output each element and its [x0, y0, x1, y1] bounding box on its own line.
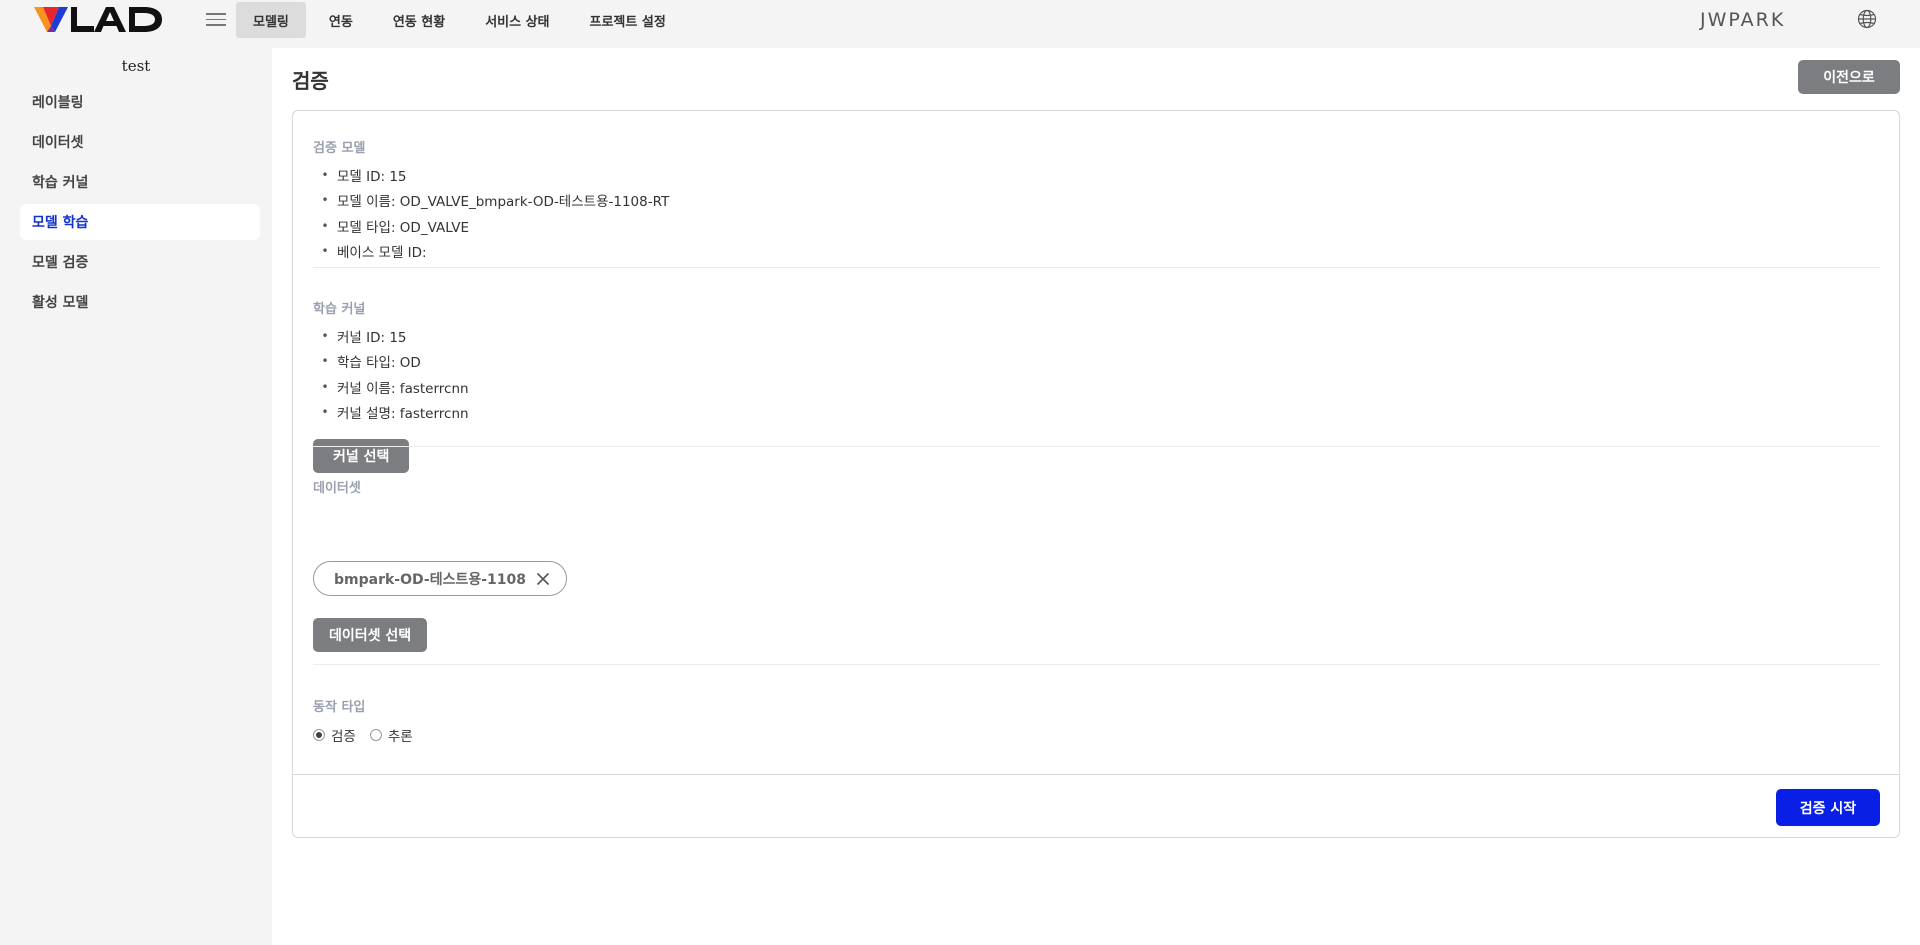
- list-item: • 커널 설명: fasterrcnn: [313, 400, 1880, 426]
- nav-item-modeling[interactable]: 모델링: [236, 2, 306, 38]
- section-title: 동작 타입: [313, 700, 366, 715]
- close-icon[interactable]: [536, 572, 550, 586]
- select-dataset-button[interactable]: 데이터셋 선택: [313, 618, 428, 652]
- start-validation-button[interactable]: 검증 시작: [1776, 789, 1880, 826]
- bullet-icon: •: [321, 167, 329, 182]
- list-item: • 모델 타입: OD_VALVE: [313, 213, 1880, 239]
- radio-label: 검증: [331, 729, 356, 745]
- page-title: 검증: [292, 69, 329, 93]
- divider: [313, 664, 1880, 665]
- divider: [313, 446, 1880, 447]
- radio-inference[interactable]: 추론: [369, 725, 413, 745]
- sidebar-item-model-training[interactable]: 모델 학습: [20, 204, 260, 240]
- sidebar: test 레이블링 데이터셋 학습 커널 모델 학습 모델 검증 활성 모델: [0, 40, 272, 945]
- base-model-id: 베이스 모델 ID:: [337, 245, 427, 262]
- list-item: • 학습 타입: OD: [313, 349, 1880, 375]
- section-title: 데이터셋: [313, 481, 361, 496]
- bullet-icon: •: [321, 379, 329, 394]
- list-item: • 커널 이름: fasterrcnn: [313, 374, 1880, 400]
- sidebar-item-model-validation[interactable]: 모델 검증: [20, 244, 260, 280]
- action-type-radio-group: 검증 추론: [313, 725, 1880, 745]
- project-name: test: [121, 57, 151, 75]
- top-nav: 모델링 연동 연동 현황 서비스 상태 프로젝트 설정: [236, 2, 683, 38]
- bullet-icon: •: [321, 244, 329, 259]
- dataset-chip-label: bmpark-OD-테스트용-1108: [334, 571, 526, 588]
- bullet-icon: •: [321, 218, 329, 233]
- nav-item-project-settings[interactable]: 프로젝트 설정: [573, 2, 683, 38]
- sidebar-item-active-model[interactable]: 활성 모델: [20, 284, 260, 320]
- sidebar-item-labeling[interactable]: 레이블링: [20, 84, 260, 120]
- validation-card: 검증 모델 • 모델 ID: 15 • 모델 이름: OD_VALVE_bmpark…: [292, 110, 1900, 838]
- bullet-icon: •: [321, 405, 329, 420]
- action-type-section: 동작 타입 검증 추론: [313, 696, 1880, 745]
- list-item: • 베이스 모델 ID:: [313, 239, 1880, 265]
- hamburger-icon[interactable]: [206, 10, 226, 30]
- vlad-logo-mark: [34, 7, 162, 32]
- kernel-name: 커널 이름: fasterrcnn: [337, 380, 469, 397]
- model-info-list: • 모델 ID: 15 • 모델 이름: OD_VALVE_bmpark-OD-테스…: [313, 162, 1880, 264]
- section-title: 검증 모델: [313, 141, 366, 156]
- globe-icon[interactable]: [1857, 9, 1877, 29]
- list-item: • 모델 ID: 15: [313, 162, 1880, 188]
- model-id: 모델 ID: 15: [337, 168, 407, 185]
- bullet-icon: •: [321, 354, 329, 369]
- vlad-logo[interactable]: [34, 4, 164, 34]
- training-type: 학습 타입: OD: [337, 355, 421, 372]
- top-bar: 모델링 연동 연동 현황 서비스 상태 프로젝트 설정 JWPARK: [0, 0, 1920, 40]
- main-content: 검증 이전으로 검증 모델 • 모델 ID: 15 • 모델 이름: OD_VALV…: [272, 48, 1920, 945]
- nav-item-integration[interactable]: 연동: [312, 2, 370, 38]
- model-section: 검증 모델 • 모델 ID: 15 • 모델 이름: OD_VALVE_bmpark…: [313, 137, 1880, 264]
- footer-divider: [293, 774, 1899, 775]
- list-item: • 모델 이름: OD_VALVE_bmpark-OD-테스트용-1108-RT: [313, 188, 1880, 214]
- user-name[interactable]: JWPARK: [1700, 9, 1785, 31]
- divider: [313, 267, 1880, 268]
- section-title: 학습 커널: [313, 302, 366, 317]
- bullet-icon: •: [321, 193, 329, 208]
- list-item: • 커널 ID: 15: [313, 323, 1880, 349]
- nav-item-service-status[interactable]: 서비스 상태: [468, 2, 566, 38]
- bullet-icon: •: [321, 328, 329, 343]
- kernel-id: 커널 ID: 15: [337, 329, 407, 346]
- nav-item-integration-status[interactable]: 연동 현황: [376, 2, 462, 38]
- model-type: 모델 타입: OD_VALVE: [337, 219, 469, 236]
- kernel-description: 커널 설명: fasterrcnn: [337, 406, 469, 423]
- radio-button[interactable]: [313, 729, 325, 741]
- radio-validate[interactable]: 검증: [313, 725, 356, 745]
- back-button[interactable]: 이전으로: [1798, 60, 1900, 94]
- dataset-chip: bmpark-OD-테스트용-1108: [313, 561, 567, 596]
- kernel-info-list: • 커널 ID: 15 • 학습 타입: OD • 커널 이름: fasterrcnn…: [313, 323, 1880, 425]
- sidebar-item-training-kernel[interactable]: 학습 커널: [20, 164, 260, 200]
- radio-button[interactable]: [369, 729, 382, 741]
- select-kernel-button[interactable]: 커널 선택: [313, 439, 410, 473]
- sidebar-menu: 레이블링 데이터셋 학습 커널 모델 학습 모델 검증 활성 모델: [20, 84, 260, 324]
- dataset-section: 데이터셋: [313, 477, 1880, 496]
- radio-label: 추론: [387, 729, 413, 745]
- sidebar-item-dataset[interactable]: 데이터셋: [20, 124, 260, 160]
- model-name: 모델 이름: OD_VALVE_bmpark-OD-테스트용-1108-RT: [337, 194, 670, 211]
